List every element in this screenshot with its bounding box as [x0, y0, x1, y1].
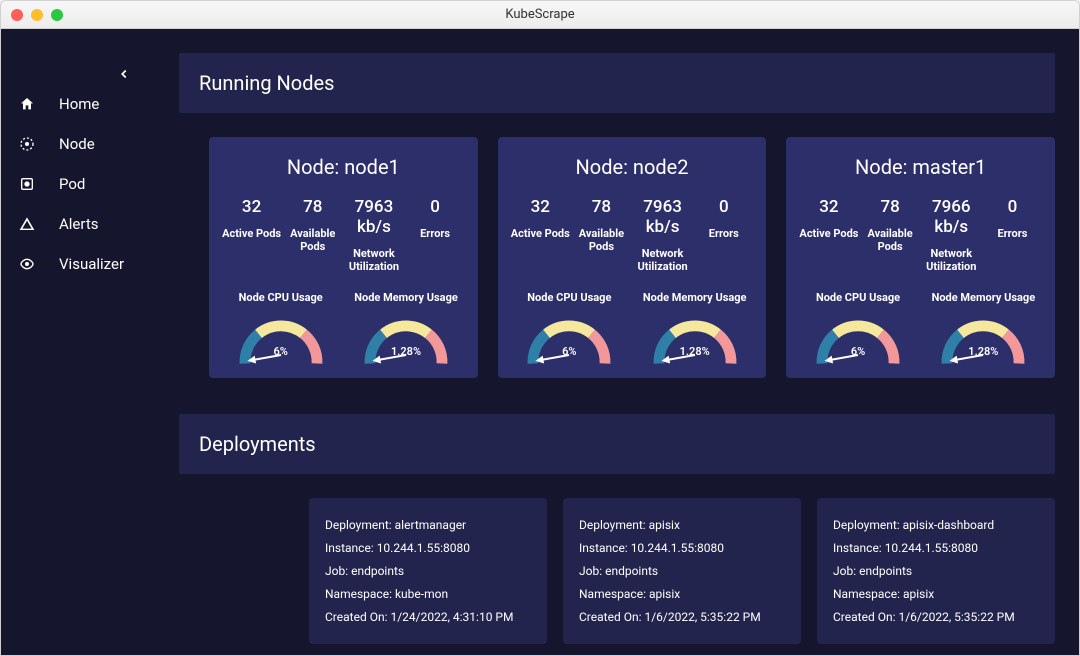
stat-label: Available Pods [571, 227, 632, 253]
deployment-name: Deployment: apisix-dashboard [833, 514, 1039, 537]
window-title: KubeScrape [505, 7, 574, 22]
deployment-namespace: Namespace: kube-mon [325, 583, 531, 606]
close-icon[interactable] [11, 9, 23, 21]
home-icon [17, 96, 37, 112]
sidebar-item-label: Alerts [59, 215, 99, 233]
stat-network: 7963 kb/s [343, 197, 404, 237]
stat-label: Errors [405, 227, 466, 240]
deployment-card[interactable]: Deployment: alertmanagerInstance: 10.244… [309, 498, 547, 644]
node-card[interactable]: Node: master1 32 Active Pods 78 Available … [786, 137, 1055, 378]
stat-label: Network Utilization [921, 247, 982, 273]
cpu-gauge: 6% [510, 316, 629, 366]
memory-gauge: 1.28% [924, 316, 1043, 366]
gauge-value: 6% [273, 345, 287, 358]
deployment-job: Job: endpoints [833, 560, 1039, 583]
alerts-icon [17, 216, 37, 232]
gauge-value: 6% [851, 345, 865, 358]
stat-label: Errors [982, 227, 1043, 240]
main-content[interactable]: Running Nodes Node: node1 32 Active Pods … [155, 29, 1079, 655]
stat-label: Active Pods [798, 227, 859, 240]
gauge-value: 6% [562, 345, 576, 358]
stat-label: Network Utilization [632, 247, 693, 273]
sidebar-item-pod[interactable]: Pod [1, 165, 154, 203]
cpu-gauge: 6% [798, 316, 917, 366]
window-controls[interactable] [1, 9, 63, 21]
gauge-label-memory: Node Memory Usage [924, 291, 1043, 304]
memory-gauge: 1.28% [346, 316, 465, 366]
stat-errors: 0 [405, 197, 466, 217]
titlebar: KubeScrape [1, 1, 1079, 29]
deployments-header: Deployments [179, 414, 1055, 474]
deployment-instance: Instance: 10.244.1.55:8080 [833, 537, 1039, 560]
gauge-label-memory: Node Memory Usage [635, 291, 754, 304]
sidebar-item-label: Home [59, 95, 99, 113]
stat-label: Active Pods [221, 227, 282, 240]
deployment-name: Deployment: alertmanager [325, 514, 531, 537]
deployment-job: Job: endpoints [579, 560, 785, 583]
cpu-gauge: 6% [221, 316, 340, 366]
visualizer-icon [17, 256, 37, 272]
stat-available-pods: 78 [282, 197, 343, 217]
collapse-sidebar-button[interactable] [117, 65, 131, 86]
deployment-created: Created On: 1/6/2022, 5:35:22 PM [833, 606, 1039, 629]
sidebar-item-home[interactable]: Home [1, 85, 154, 123]
memory-gauge: 1.28% [635, 316, 754, 366]
node-title: Node: node2 [510, 155, 755, 179]
pod-icon [17, 176, 37, 192]
stat-available-pods: 78 [860, 197, 921, 217]
deployment-created: Created On: 1/6/2022, 5:35:22 PM [579, 606, 785, 629]
deployment-job: Job: endpoints [325, 560, 531, 583]
gauge-label-memory: Node Memory Usage [346, 291, 465, 304]
sidebar-item-alerts[interactable]: Alerts [1, 205, 154, 243]
sidebar-item-label: Pod [59, 175, 85, 193]
stat-label: Available Pods [282, 227, 343, 253]
stat-label: Available Pods [860, 227, 921, 253]
sidebar-item-node[interactable]: Node [1, 125, 154, 163]
stat-label: Active Pods [510, 227, 571, 240]
gauge-value: 1.28% [968, 345, 998, 358]
node-title: Node: master1 [798, 155, 1043, 179]
sidebar-item-visualizer[interactable]: Visualizer [1, 245, 154, 283]
chevron-left-icon [117, 67, 131, 81]
deployment-card[interactable]: Deployment: apisixInstance: 10.244.1.55:… [563, 498, 801, 644]
node-title: Node: node1 [221, 155, 466, 179]
deployment-card[interactable]: Deployment: apisix-dashboardInstance: 10… [817, 498, 1055, 644]
stat-label: Network Utilization [343, 247, 404, 273]
node-card[interactable]: Node: node2 32 Active Pods 78 Available Po… [498, 137, 767, 378]
stat-active-pods: 32 [798, 197, 859, 217]
stat-errors: 0 [982, 197, 1043, 217]
sidebar-item-label: Node [59, 135, 95, 153]
deployment-instance: Instance: 10.244.1.55:8080 [325, 537, 531, 560]
deployment-namespace: Namespace: apisix [833, 583, 1039, 606]
stat-label: Errors [693, 227, 754, 240]
gauge-value: 1.28% [680, 345, 710, 358]
node-card[interactable]: Node: node1 32 Active Pods 78 Available Po… [209, 137, 478, 378]
gauge-value: 1.28% [391, 345, 421, 358]
sidebar: Home Node Pod [1, 29, 155, 655]
deployment-name: Deployment: apisix [579, 514, 785, 537]
stat-errors: 0 [693, 197, 754, 217]
stat-network: 7963 kb/s [632, 197, 693, 237]
gauge-label-cpu: Node CPU Usage [221, 291, 340, 304]
sidebar-item-label: Visualizer [59, 255, 124, 273]
maximize-icon[interactable] [51, 9, 63, 21]
deployment-namespace: Namespace: apisix [579, 583, 785, 606]
stat-network: 7966 kb/s [921, 197, 982, 237]
stat-active-pods: 32 [221, 197, 282, 217]
stat-available-pods: 78 [571, 197, 632, 217]
deployment-instance: Instance: 10.244.1.55:8080 [579, 537, 785, 560]
stat-active-pods: 32 [510, 197, 571, 217]
deployment-created: Created On: 1/24/2022, 4:31:10 PM [325, 606, 531, 629]
gauge-label-cpu: Node CPU Usage [510, 291, 629, 304]
node-icon [17, 136, 37, 152]
minimize-icon[interactable] [31, 9, 43, 21]
gauge-label-cpu: Node CPU Usage [798, 291, 917, 304]
running-nodes-header: Running Nodes [179, 53, 1055, 113]
